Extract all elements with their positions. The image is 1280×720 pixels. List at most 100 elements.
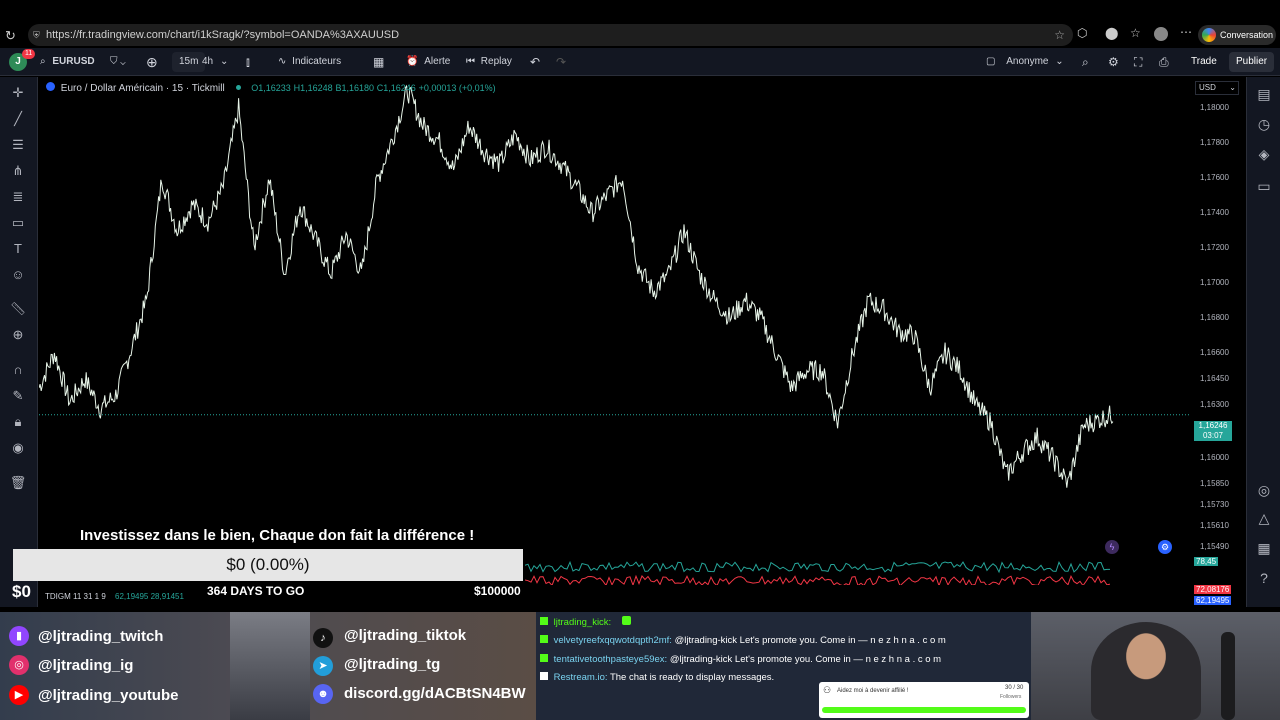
indicator-green-line [525,560,1110,574]
calendar-icon[interactable]: ▦ [1253,537,1275,559]
currency-selector[interactable]: USD ⌄ [1195,81,1239,95]
indicator-red-line [525,574,1110,585]
kick-icon [540,635,548,643]
price-tick-label: 1,15730 [1200,500,1229,510]
symbol-text: EURUSD [52,56,95,67]
fullscreen-icon[interactable]: ⛶ [1134,52,1142,72]
undo-icon[interactable]: ↶ [530,52,540,72]
affiliate-goal-widget: ⚇ Aidez moi à devenir affilié ! 30 / 30 … [819,682,1029,718]
price-tick-label: 1,16300 [1200,400,1229,410]
templates-icon[interactable]: ▦ [373,52,384,72]
currency-label: USD [1199,83,1216,92]
donation-goal: $100000 [474,584,521,598]
price-axis[interactable]: USD ⌄ 1,18000 1,17800 1,17600 1,17400 1,1720… [1189,77,1246,607]
lightning-icon[interactable]: ϟ [1105,540,1119,554]
interval-15m-button[interactable]: 15m [172,52,206,72]
browser-menu-icon[interactable]: ⋯ [1180,25,1192,39]
indicator-pane[interactable] [525,555,1110,585]
price-series-line [39,84,1114,488]
emoji-icon[interactable]: ☺ [8,265,28,285]
lock-icon[interactable]: 🔒︎ [8,412,28,432]
favorite-star-icon[interactable]: ☆ [1054,24,1065,46]
legend-title[interactable]: Euro / Dollar Américain · 15 · Tickmill [61,83,225,94]
browser-toolbar: ↻ ⛨ https://fr.tradingview.com/chart/i1k… [0,0,1280,48]
donation-days-left: 364 DAYS TO GO [207,584,305,598]
price-tick-label: 1,16800 [1200,312,1229,322]
alerts-clock-icon[interactable]: ◷ [1253,113,1275,135]
add-symbol-icon[interactable]: ⊕ [146,52,158,72]
trendline-icon[interactable]: ╱ [8,109,28,129]
quick-search-icon[interactable]: ⌕ [1082,52,1089,72]
indicators-button[interactable]: ∿ Indicateurs [278,52,341,72]
alert-label: Alerte [424,56,451,67]
bookmarks-icon[interactable]: ☆ [1130,26,1141,40]
interval-dropdown-icon[interactable]: ⌄ [220,52,228,72]
price-tick-label: 1,18000 [1200,102,1229,112]
target-icon[interactable]: ◎ [1253,479,1275,501]
crosshair-icon[interactable]: ✛ [8,83,28,103]
help-icon[interactable]: ? [1253,567,1275,589]
affiliate-text: Aidez moi à devenir affilié ! [837,688,909,694]
layout-name-button[interactable]: ▢ Anonyme ⌄ [986,52,1064,72]
candle-type-icon[interactable]: ⫾ [246,52,250,72]
trash-icon[interactable]: 🗑︎ [8,473,28,493]
replay-button[interactable]: ⏮ Replay [466,52,512,72]
chat-username: tentativetoothpasteye59ex: [553,654,668,665]
conversation-button[interactable]: Conversation [1198,25,1276,45]
price-tick-label: 1,17400 [1200,207,1229,217]
compare-icon[interactable]: ⛉ ⌄ [110,52,126,72]
object-tree-icon[interactable]: ◈ [1253,143,1275,165]
symbol-search[interactable]: ⌕ EURUSD [40,52,95,72]
lock-drawing-pencil-icon[interactable]: ✎ [8,386,28,406]
ruler-icon[interactable]: 📏︎ [8,299,28,319]
legend-high: H1,16248 [293,83,333,93]
profile-avatar[interactable] [1154,27,1168,41]
address-bar[interactable]: ⛨ https://fr.tradingview.com/chart/i1kSr… [28,24,1073,46]
snapshot-camera-icon[interactable]: ⎙ [1159,52,1169,72]
zoom-in-icon[interactable]: ⊕ [8,325,28,345]
fib-icon[interactable]: ≣ [8,187,28,207]
magnet-icon[interactable]: ∩ [8,360,28,380]
reload-icon[interactable]: ↻ [5,28,16,44]
layout-icon: ▢ [986,56,996,67]
avatar-letter: J [15,56,21,67]
chat-badge-icon [621,616,631,625]
price-tick-label: 1,16450 [1200,374,1229,384]
affiliate-progress-bar [822,707,1026,713]
replay-icon: ⏮ [466,56,475,67]
extensions-icon[interactable]: ⬡ [1077,26,1087,40]
pitchfork-icon[interactable]: ⋔ [8,161,28,181]
chat-message: ljtrading_kick: [540,616,631,628]
market-open-dot [235,85,241,90]
alert-button[interactable]: ⏰ Alerte [406,52,450,72]
donation-headline: Investissez dans le bien, Chaque don fai… [80,527,475,544]
url-text: https://fr.tradingview.com/chart/i1kSrag… [46,29,400,41]
chevron-down-icon: ⌄ [1055,56,1064,67]
youtube-handle: @ljtrading_youtube [38,687,179,704]
affiliate-count: 30 / 30 [1005,685,1024,691]
streamer-silhouette [1091,622,1201,720]
visibility-eye-icon[interactable]: ◉ [8,438,28,458]
text-tool-icon[interactable]: T [8,239,28,259]
chart-pane[interactable] [39,77,1189,547]
ideas-triangle-icon[interactable]: △ [1253,507,1275,529]
interval-4h-button[interactable]: 4h [202,52,213,72]
instagram-handle: @ljtrading_ig [38,657,134,674]
settings-gear-icon[interactable]: ⚙ [1108,52,1119,72]
instagram-icon: ◎ [9,655,29,675]
price-tick-label: 1,16600 [1200,347,1229,357]
trade-button[interactable]: Trade [1184,52,1224,72]
publish-button[interactable]: Publier [1229,52,1275,72]
chat-username: velvetyreefxqqwotdqpth2mf: [553,635,672,646]
youtube-icon: ▶ [9,685,29,705]
price-tick-label: 1,15610 [1200,521,1229,530]
rectangle-icon[interactable]: ▭ [8,213,28,233]
settings-dot-icon[interactable]: ⚙ [1158,540,1172,554]
horizontal-lines-icon[interactable]: ☰ [8,135,28,155]
price-chart[interactable] [39,77,1189,547]
watchlist-icon[interactable]: ▤ [1253,83,1275,105]
chat-icon[interactable]: ▭ [1253,175,1275,197]
chart-legend: Euro / Dollar Américain · 15 · Tickmill … [46,82,496,94]
extension-rec-icon[interactable]: ⬤ [1105,26,1118,40]
redo-icon[interactable]: ↷ [556,52,566,72]
